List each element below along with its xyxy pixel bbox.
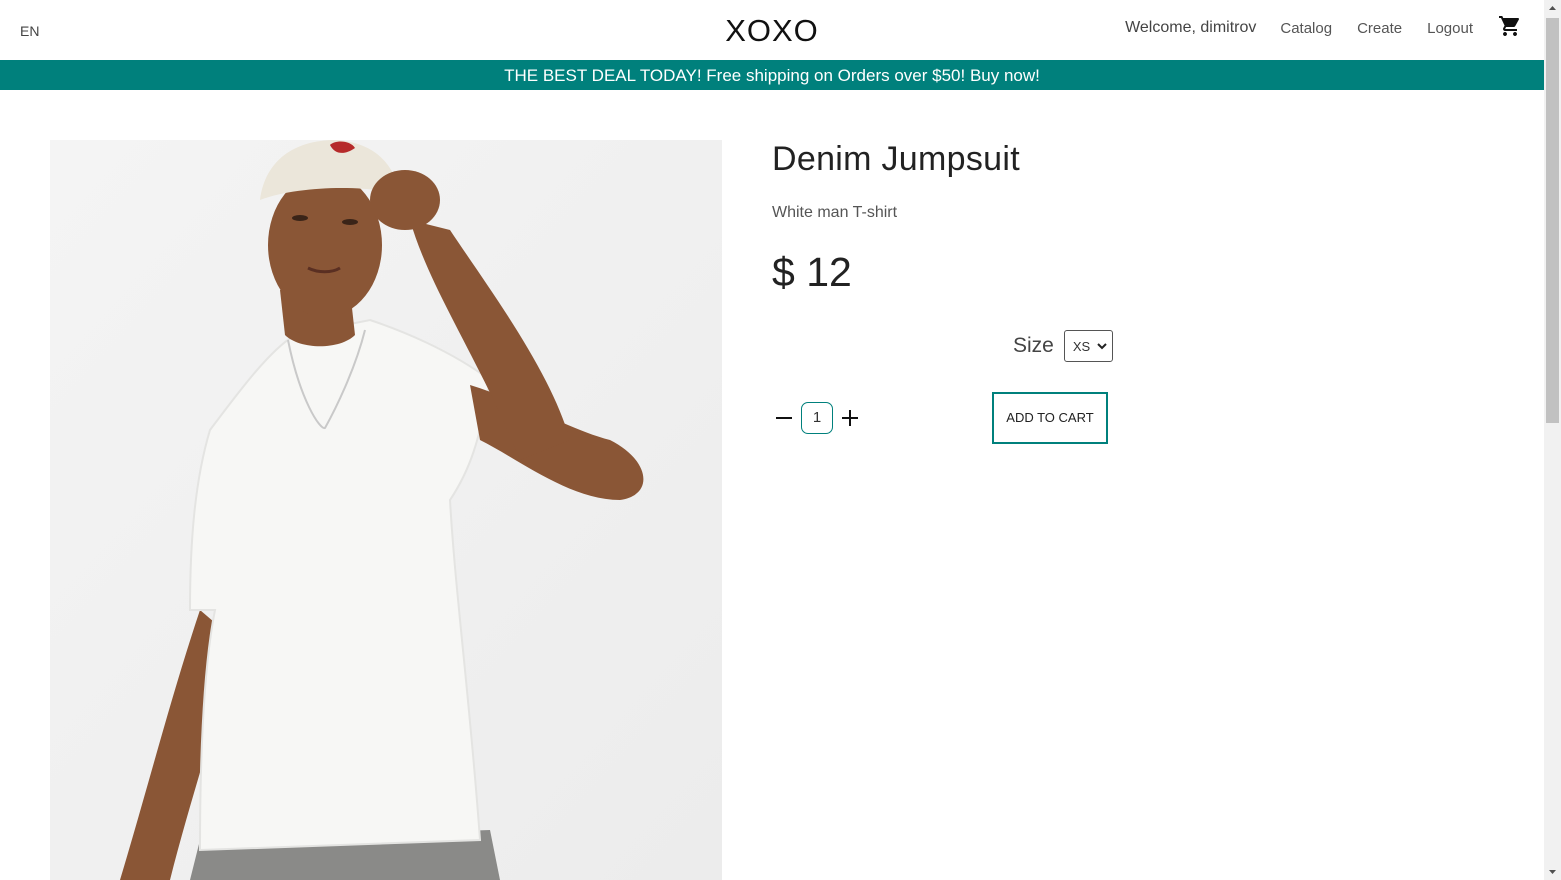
site-logo[interactable]: XOXO xyxy=(725,13,819,48)
nav-logout-link[interactable]: Logout xyxy=(1427,20,1473,37)
scrollbar-thumb[interactable] xyxy=(1546,18,1559,423)
promo-banner: THE BEST DEAL TODAY! Free shipping on Or… xyxy=(0,60,1544,90)
product-photo-illustration xyxy=(50,140,722,880)
size-selected-value: XS xyxy=(1072,338,1091,354)
add-to-cart-button[interactable]: ADD TO CART xyxy=(992,392,1108,444)
quantity-input[interactable]: 1 xyxy=(801,402,833,434)
size-select[interactable]: XS xyxy=(1063,330,1113,362)
vertical-scrollbar[interactable] xyxy=(1544,0,1561,880)
scroll-up-arrow-icon[interactable] xyxy=(1544,0,1561,17)
chevron-down-icon xyxy=(1097,343,1107,350)
quantity-stepper: 1 xyxy=(775,402,859,434)
scroll-down-arrow-icon[interactable] xyxy=(1544,863,1561,880)
product-details: Denim Jumpsuit White man T-shirt $ 12 Si… xyxy=(772,140,1113,444)
nav-catalog-link[interactable]: Catalog xyxy=(1280,20,1332,37)
minus-icon[interactable] xyxy=(775,409,793,427)
site-header: EN XOXO Welcome, dimitrov Catalog Create… xyxy=(0,0,1544,60)
size-row: Size XS xyxy=(1013,330,1113,362)
main-nav: Welcome, dimitrov Catalog Create Logout xyxy=(1125,16,1522,38)
plus-icon[interactable] xyxy=(841,409,859,427)
shopping-cart-icon[interactable] xyxy=(1498,14,1522,38)
welcome-message: Welcome, dimitrov xyxy=(1125,19,1257,36)
product-description: White man T-shirt xyxy=(772,204,898,221)
nav-create-link[interactable]: Create xyxy=(1357,20,1402,37)
product-image xyxy=(50,140,722,880)
product-price: $ 12 xyxy=(772,249,852,295)
product-title: Denim Jumpsuit xyxy=(772,140,1020,178)
language-selector[interactable]: EN xyxy=(20,23,39,39)
size-label: Size xyxy=(1013,334,1054,357)
